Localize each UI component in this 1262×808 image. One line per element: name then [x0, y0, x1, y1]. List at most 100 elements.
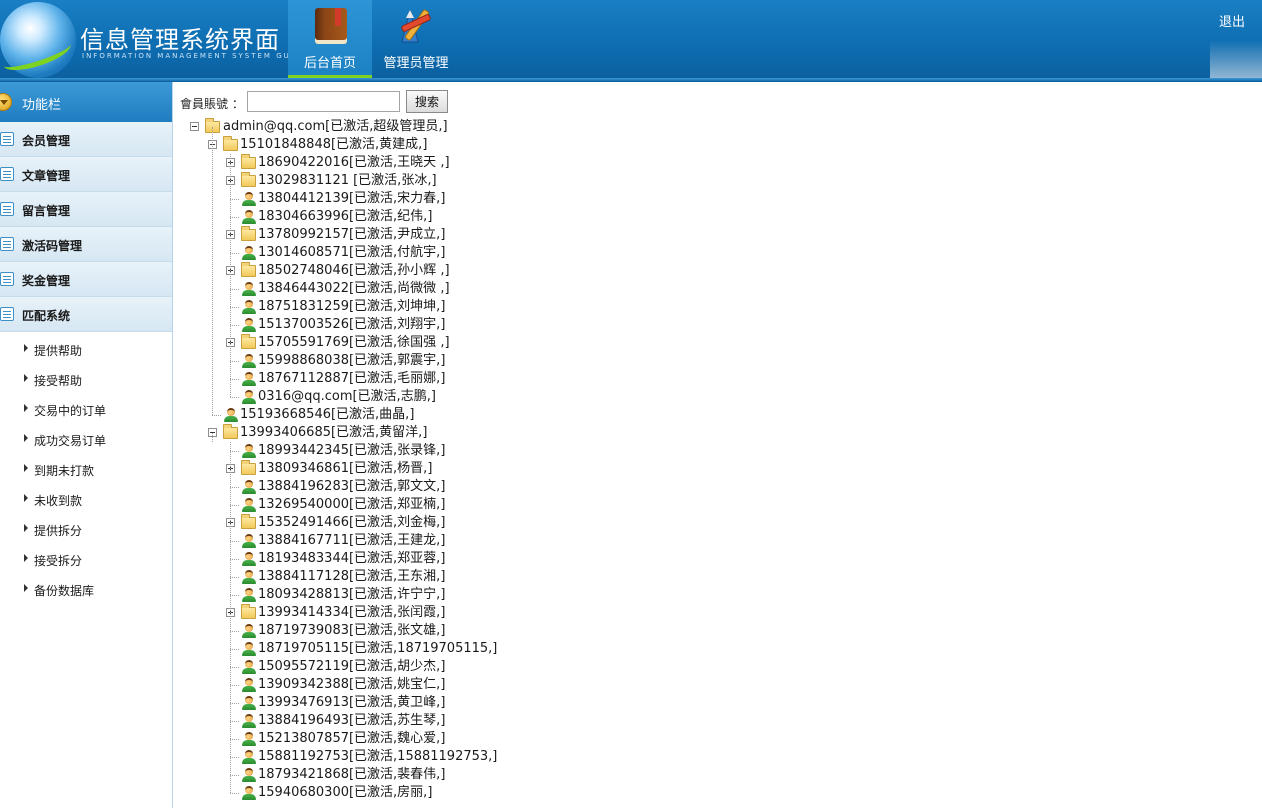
sidebar-submenu-item[interactable]: 未收到款 [0, 484, 172, 514]
tree-node[interactable]: 13269540000[已激活,郑亚楠,] [174, 496, 874, 514]
tree-node[interactable]: 13909342388[已激活,姚宝仁,] [174, 676, 874, 694]
tree-node[interactable]: 13993406685[已激活,黄留洋,] [174, 424, 874, 442]
sidebar-menu-item[interactable]: 匹配系统 [0, 297, 172, 332]
sidebar-submenu-item[interactable]: 成功交易订单 [0, 424, 172, 454]
sidebar-menu-item[interactable]: 会员管理 [0, 122, 172, 157]
tree-node-label[interactable]: 18193483344[已激活,郑亚蓉,] [258, 550, 445, 568]
tree-node[interactable]: 15705591769[已激活,徐国强 ,] [174, 334, 874, 352]
tree-node-label[interactable]: 18793421868[已激活,裴春伟,] [258, 766, 445, 784]
sidebar-menu-item[interactable]: 激活码管理 [0, 227, 172, 262]
nav-home[interactable]: 后台首页 [288, 0, 372, 82]
tree-node[interactable]: 18193483344[已激活,郑亚蓉,] [174, 550, 874, 568]
tree-node[interactable]: admin@qq.com[已激活,超级管理员,] [174, 118, 874, 136]
tree-node-label[interactable]: 13884117128[已激活,王东湘,] [258, 568, 445, 586]
sidebar-submenu-item[interactable]: 到期未打款 [0, 454, 172, 484]
tree-node[interactable]: 15940680300[已激活,房丽,] [174, 784, 874, 802]
tree-node[interactable]: 13884167711[已激活,王建龙,] [174, 532, 874, 550]
tree-node-label[interactable]: 15137003526[已激活,刘翔宇,] [258, 316, 445, 334]
logout-link[interactable]: 退出 [1219, 11, 1245, 30]
tree-node-label[interactable]: 18719739083[已激活,张文雄,] [258, 622, 445, 640]
tree-node[interactable]: 13029831121 [已激活,张冰,] [174, 172, 874, 190]
tree-node-label[interactable]: 15940680300[已激活,房丽,] [258, 784, 432, 802]
tree-node-label[interactable]: 13993476913[已激活,黄卫峰,] [258, 694, 445, 712]
tree-node-label[interactable]: 13884196493[已激活,苏生琴,] [258, 712, 445, 730]
tree-node[interactable]: 13993414334[已激活,张闰霞,] [174, 604, 874, 622]
tree-node-label[interactable]: 18093428813[已激活,许宁宁,] [258, 586, 445, 604]
tree-node[interactable]: 18993442345[已激活,张录锋,] [174, 442, 874, 460]
tree-node[interactable]: 18093428813[已激活,许宁宁,] [174, 586, 874, 604]
sidebar-menu-item[interactable]: 奖金管理 [0, 262, 172, 297]
tree-node-label[interactable]: admin@qq.com[已激活,超级管理员,] [223, 118, 448, 136]
tree-node-label[interactable]: 18751831259[已激活,刘坤坤,] [258, 298, 445, 316]
tree-node-label[interactable]: 13029831121 [已激活,张冰,] [258, 172, 437, 190]
tree-node[interactable]: 13804412139[已激活,宋力春,] [174, 190, 874, 208]
sidebar-submenu-item[interactable]: 提供帮助 [0, 334, 172, 364]
tree-node-label[interactable]: 13804412139[已激活,宋力春,] [258, 190, 445, 208]
tree-node-label[interactable]: 18502748046[已激活,孙小辉 ,] [258, 262, 450, 280]
tree-node-label[interactable]: 18993442345[已激活,张录锋,] [258, 442, 445, 460]
tree-node[interactable]: 15213807857[已激活,魏心爱,] [174, 730, 874, 748]
tree-node[interactable]: 0316@qq.com[已激活,志鹏,] [174, 388, 874, 406]
tree-node-label[interactable]: 18304663996[已激活,纪伟,] [258, 208, 432, 226]
tree-node[interactable]: 15352491466[已激活,刘金梅,] [174, 514, 874, 532]
tree-node[interactable]: 15881192753[已激活,15881192753,] [174, 748, 874, 766]
tree-node[interactable]: 18502748046[已激活,孙小辉 ,] [174, 262, 874, 280]
tree-node-label[interactable]: 15095572119[已激活,胡少杰,] [258, 658, 445, 676]
triangle-right-icon [24, 434, 28, 442]
tree-node[interactable]: 13014608571[已激活,付航宇,] [174, 244, 874, 262]
sidebar-submenu-item[interactable]: 备份数据库 [0, 574, 172, 604]
tree-node-label[interactable]: 15352491466[已激活,刘金梅,] [258, 514, 445, 532]
tree-node-label[interactable]: 13884167711[已激活,王建龙,] [258, 532, 445, 550]
tree-node[interactable]: 18751831259[已激活,刘坤坤,] [174, 298, 874, 316]
tree-node-label[interactable]: 15193668546[已激活,曲晶,] [240, 406, 414, 424]
search-button[interactable]: 搜索 [406, 90, 448, 113]
sidebar-submenu-item[interactable]: 提供拆分 [0, 514, 172, 544]
tree-node[interactable]: 13993476913[已激活,黄卫峰,] [174, 694, 874, 712]
user-icon [242, 282, 256, 296]
tree-node-label[interactable]: 13014608571[已激活,付航宇,] [258, 244, 445, 262]
tree-node[interactable]: 13884196283[已激活,郭文文,] [174, 478, 874, 496]
tree-node-label[interactable]: 13909342388[已激活,姚宝仁,] [258, 676, 445, 694]
tree-node[interactable]: 13884117128[已激活,王东湘,] [174, 568, 874, 586]
tree-node-label[interactable]: 15705591769[已激活,徐国强 ,] [258, 334, 450, 352]
tree-node[interactable]: 18719739083[已激活,张文雄,] [174, 622, 874, 640]
tree-node[interactable]: 18767112887[已激活,毛丽娜,] [174, 370, 874, 388]
sidebar-menu-item[interactable]: 留言管理 [0, 192, 172, 227]
tree-node-label[interactable]: 18690422016[已激活,王晓天 ,] [258, 154, 450, 172]
tree-node[interactable]: 15101848848[已激活,黄建成,] [174, 136, 874, 154]
nav-admin[interactable]: 管理员管理 [374, 0, 458, 82]
tree-node-label[interactable]: 13846443022[已激活,尚微微 ,] [258, 280, 450, 298]
tree-node[interactable]: 13846443022[已激活,尚微微 ,] [174, 280, 874, 298]
sidebar-menu-item[interactable]: 文章管理 [0, 157, 172, 192]
tree-node-label[interactable]: 13993406685[已激活,黄留洋,] [240, 424, 427, 442]
tree-node[interactable]: 18304663996[已激活,纪伟,] [174, 208, 874, 226]
tree-node[interactable]: 13780992157[已激活,尹成立,] [174, 226, 874, 244]
tree-node-label[interactable]: 13809346861[已激活,杨晋,] [258, 460, 432, 478]
tree-node[interactable]: 15095572119[已激活,胡少杰,] [174, 658, 874, 676]
search-input[interactable] [247, 91, 400, 112]
tree-node-label[interactable]: 18719705115[已激活,18719705115,] [258, 640, 497, 658]
sidebar-submenu-item[interactable]: 交易中的订单 [0, 394, 172, 424]
tree-node-label[interactable]: 18767112887[已激活,毛丽娜,] [258, 370, 445, 388]
tree-node[interactable]: 18690422016[已激活,王晓天 ,] [174, 154, 874, 172]
sidebar-submenu-item[interactable]: 接受拆分 [0, 544, 172, 574]
tree-node[interactable]: 18793421868[已激活,裴春伟,] [174, 766, 874, 784]
tree-node-label[interactable]: 15213807857[已激活,魏心爱,] [258, 730, 445, 748]
tree-node[interactable]: 18719705115[已激活,18719705115,] [174, 640, 874, 658]
tree-node-label[interactable]: 13884196283[已激活,郭文文,] [258, 478, 445, 496]
tree-node-label[interactable]: 13269540000[已激活,郑亚楠,] [258, 496, 445, 514]
tree-node-label[interactable]: 0316@qq.com[已激活,志鹏,] [258, 388, 436, 406]
sidebar-submenu-item[interactable]: 接受帮助 [0, 364, 172, 394]
collapse-icon[interactable] [190, 122, 199, 131]
tree-node-label[interactable]: 15881192753[已激活,15881192753,] [258, 748, 497, 766]
tree-node-label[interactable]: 15101848848[已激活,黄建成,] [240, 136, 427, 154]
tree-node[interactable]: 13809346861[已激活,杨晋,] [174, 460, 874, 478]
tree-node-label[interactable]: 13780992157[已激活,尹成立,] [258, 226, 445, 244]
tree-node[interactable]: 15137003526[已激活,刘翔宇,] [174, 316, 874, 334]
sidebar-menu: 会员管理 文章管理 留言管理 激活码管理 奖金管理 匹配系统 [0, 122, 172, 332]
tree-node-label[interactable]: 13993414334[已激活,张闰霞,] [258, 604, 445, 622]
tree-node[interactable]: 13884196493[已激活,苏生琴,] [174, 712, 874, 730]
tree-node[interactable]: 15193668546[已激活,曲晶,] [174, 406, 874, 424]
tree-node-label[interactable]: 15998868038[已激活,郭震宇,] [258, 352, 445, 370]
tree-node[interactable]: 15998868038[已激活,郭震宇,] [174, 352, 874, 370]
